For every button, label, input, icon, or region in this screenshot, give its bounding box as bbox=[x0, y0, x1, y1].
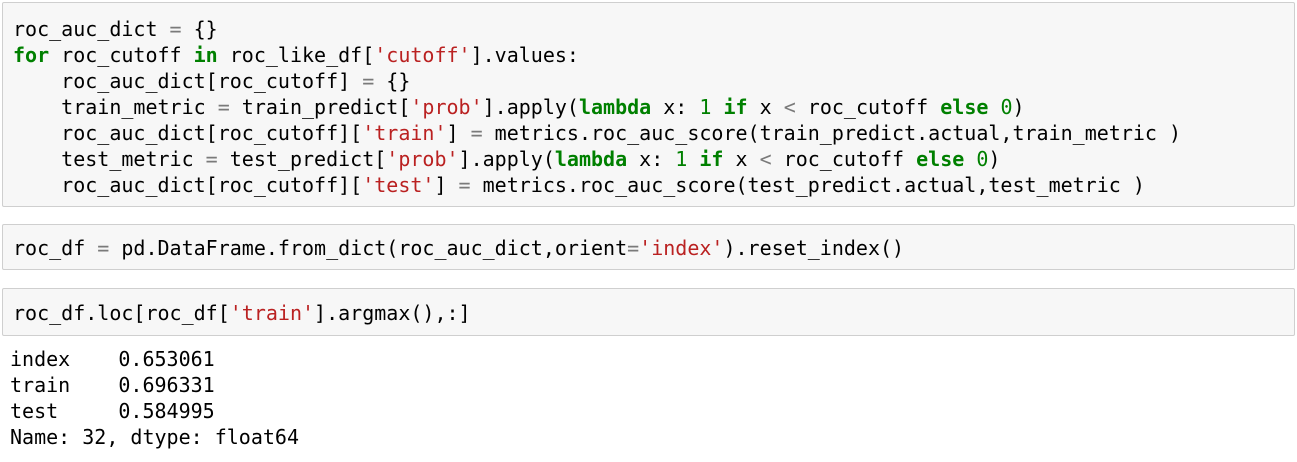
code-token: ] bbox=[434, 173, 459, 197]
code-token: = bbox=[205, 147, 218, 171]
code-token: 'test' bbox=[362, 173, 435, 197]
code-token: = bbox=[169, 17, 182, 41]
code-token: < bbox=[759, 147, 772, 171]
code-token: 0 bbox=[976, 147, 989, 171]
code-token: lambda bbox=[554, 147, 628, 171]
code-token: = bbox=[97, 236, 110, 260]
code-line: roc_df.loc[roc_df['train'].argmax(),:] bbox=[13, 300, 1294, 326]
code-token: if bbox=[699, 147, 724, 171]
code-token: roc_cutoff bbox=[49, 43, 194, 67]
code-token: roc_df bbox=[13, 236, 98, 260]
code-token: 1 bbox=[675, 147, 688, 171]
code-token: ].apply( bbox=[458, 147, 555, 171]
code-cell-2[interactable]: roc_df = pd.DataFrame.from_dict(roc_auc_… bbox=[2, 224, 1295, 270]
code-line: roc_auc_dict[roc_cutoff] = {} bbox=[13, 68, 1294, 94]
code-token: < bbox=[783, 95, 796, 119]
code-token: x bbox=[747, 95, 784, 119]
code-token: = bbox=[470, 121, 483, 145]
code-line: roc_auc_dict = {} bbox=[13, 16, 1294, 42]
code-token: = bbox=[627, 236, 640, 260]
code-token: = bbox=[217, 95, 230, 119]
code-token: 'index' bbox=[639, 236, 724, 260]
code-token: if bbox=[723, 95, 748, 119]
code-token: ].values: bbox=[470, 43, 579, 67]
code-token: {} bbox=[374, 69, 411, 93]
output-line: train 0.696331 bbox=[10, 373, 215, 397]
code-token: roc_cutoff bbox=[771, 147, 917, 171]
code-line: roc_auc_dict[roc_cutoff]['train'] = metr… bbox=[13, 120, 1294, 146]
code-token: {} bbox=[181, 17, 218, 41]
code-cell-3[interactable]: roc_df.loc[roc_df['train'].argmax(),:] bbox=[2, 288, 1295, 336]
code-token: in bbox=[193, 43, 218, 67]
code-token: else bbox=[940, 95, 989, 119]
code-token: test_predict[ bbox=[217, 147, 387, 171]
code-token: ).reset_index() bbox=[723, 236, 905, 260]
code-token: metrics.roc_auc_score(test_predict.actua… bbox=[470, 173, 1145, 197]
code-token: metrics.roc_auc_score(train_predict.actu… bbox=[482, 121, 1182, 145]
code-token: roc_cutoff bbox=[795, 95, 941, 119]
code-token: 'prob' bbox=[386, 147, 459, 171]
code-token: 'prob' bbox=[410, 95, 483, 119]
code-token: train_predict[ bbox=[229, 95, 411, 119]
code-token: else bbox=[916, 147, 965, 171]
code-token: roc_df.loc[roc_df[ bbox=[13, 301, 230, 325]
code-token: = bbox=[458, 173, 471, 197]
code-token: train_metric bbox=[13, 95, 218, 119]
code-token: 'cutoff' bbox=[374, 43, 471, 67]
code-line: train_metric = train_predict['prob'].app… bbox=[13, 94, 1294, 120]
code-token: ].apply( bbox=[482, 95, 579, 119]
code-token: x: bbox=[627, 147, 676, 171]
code-token: 1 bbox=[699, 95, 712, 119]
code-cell-1[interactable]: roc_auc_dict = {} for roc_cutoff in roc_l… bbox=[2, 2, 1295, 207]
code-line: test_metric = test_predict['prob'].apply… bbox=[13, 146, 1294, 172]
code-token: = bbox=[362, 69, 375, 93]
code-token: ) bbox=[988, 147, 1001, 171]
code-token: ] bbox=[446, 121, 471, 145]
code-cell-2-source[interactable]: roc_df = pd.DataFrame.from_dict(roc_auc_… bbox=[13, 235, 1294, 261]
cell-3-output: index 0.653061 train 0.696331 test 0.584… bbox=[10, 346, 299, 450]
code-token: 'train' bbox=[362, 121, 447, 145]
code-token: roc_auc_dict[roc_cutoff][ bbox=[13, 121, 363, 145]
code-token: for bbox=[13, 43, 50, 67]
output-line: test 0.584995 bbox=[10, 399, 215, 423]
code-cell-3-source[interactable]: roc_df.loc[roc_df['train'].argmax(),:] bbox=[13, 300, 1294, 326]
output-line: index 0.653061 bbox=[10, 347, 215, 371]
code-token: x bbox=[723, 147, 760, 171]
code-token: roc_like_df[ bbox=[217, 43, 375, 67]
code-token: 'train' bbox=[229, 301, 315, 325]
code-token: roc_auc_dict[roc_cutoff] bbox=[13, 69, 363, 93]
code-token: test_metric bbox=[13, 147, 206, 171]
output-line: Name: 32, dtype: float64 bbox=[10, 425, 299, 449]
code-token: pd.DataFrame.from_dict(roc_auc_dict,orie… bbox=[109, 236, 628, 260]
code-token: roc_auc_dict bbox=[13, 17, 170, 41]
code-token: 0 bbox=[1000, 95, 1013, 119]
code-token: x: bbox=[651, 95, 700, 119]
code-line: roc_df = pd.DataFrame.from_dict(roc_auc_… bbox=[13, 235, 1294, 261]
code-line: for roc_cutoff in roc_like_df['cutoff'].… bbox=[13, 42, 1294, 68]
code-token: ].argmax(),:] bbox=[314, 301, 471, 325]
code-cell-1-source[interactable]: roc_auc_dict = {} for roc_cutoff in roc_l… bbox=[13, 16, 1294, 198]
code-token: roc_auc_dict[roc_cutoff][ bbox=[13, 173, 363, 197]
code-token: lambda bbox=[578, 95, 652, 119]
code-token: ) bbox=[1012, 95, 1025, 119]
code-line: roc_auc_dict[roc_cutoff]['test'] = metri… bbox=[13, 172, 1294, 198]
